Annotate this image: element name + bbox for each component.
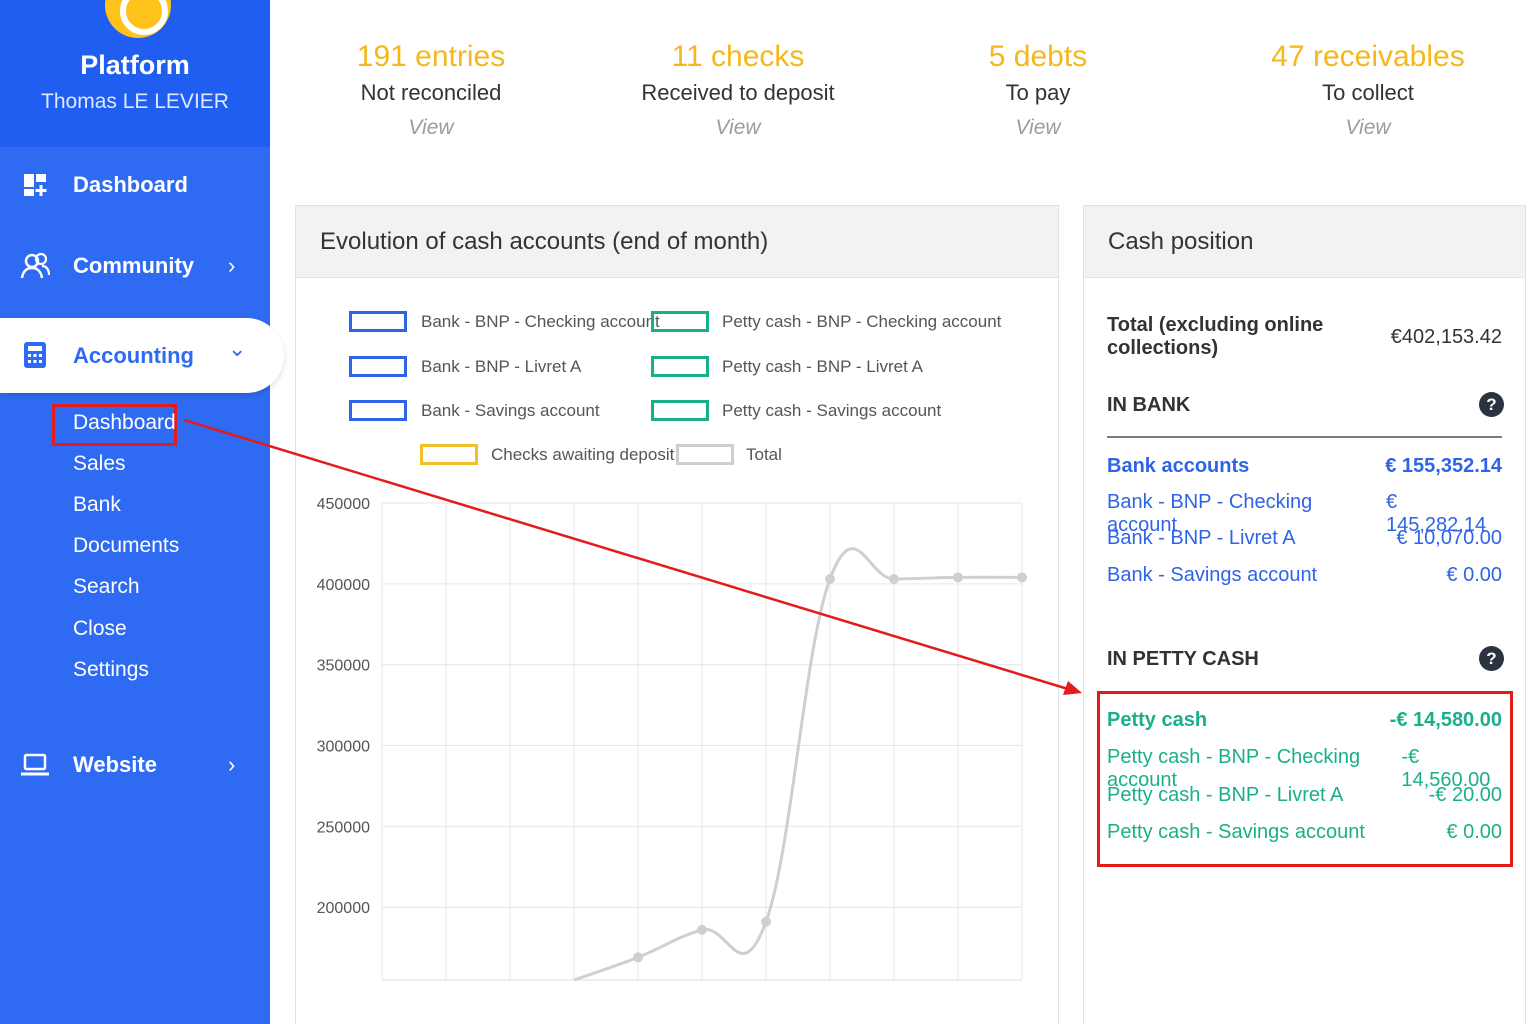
stat-value: 11 checks (671, 40, 805, 73)
evolution-title: Evolution of cash accounts (end of month… (320, 228, 769, 255)
legend-label[interactable]: Petty cash - Savings account (722, 401, 941, 421)
sub-item-settings[interactable]: Settings (73, 658, 149, 682)
legend-label[interactable]: Petty cash - BNP - Livret A (722, 357, 923, 377)
legend-label[interactable]: Petty cash - BNP - Checking account (722, 312, 1001, 332)
legend-swatch[interactable] (349, 311, 407, 332)
nav-community[interactable]: Community › (0, 236, 270, 296)
stat-label: Received to deposit (641, 80, 835, 105)
chevron-down-icon: ⌄ (228, 336, 247, 361)
calculator-icon (24, 342, 46, 368)
bank-row-value: € 155,352.14 (1385, 455, 1502, 477)
legend-label[interactable]: Bank - BNP - Checking account (421, 312, 660, 332)
petty-cash-row[interactable]: Petty cash -€ 14,580.00 (1107, 709, 1502, 732)
petty-row-label: Petty cash - Savings account (1107, 821, 1365, 843)
stat-value: 5 debts (988, 40, 1088, 73)
legend-label[interactable]: Total (746, 445, 782, 465)
dashboard-icon (24, 174, 47, 196)
petty-row-value: -€ 20.00 (1428, 784, 1502, 806)
sub-item-bank[interactable]: Bank (73, 493, 121, 517)
bank-row-label: Bank - BNP - Livret A (1107, 527, 1296, 549)
petty-row-value: -€ 14,580.00 (1389, 709, 1502, 731)
cash-position-header: Cash position (1084, 206, 1525, 278)
legend-label[interactable]: Bank - BNP - Livret A (421, 357, 581, 377)
help-icon[interactable]: ? (1479, 646, 1504, 671)
view-link[interactable]: View (588, 116, 888, 140)
nav-dashboard[interactable]: Dashboard (0, 155, 270, 215)
legend-swatch[interactable] (676, 444, 734, 465)
section-in-petty-cash: IN PETTY CASH (1107, 648, 1259, 670)
bank-row-label: Bank accounts (1107, 455, 1250, 477)
legend-swatch[interactable] (349, 400, 407, 421)
help-icon[interactable]: ? (1479, 392, 1504, 417)
stat-value: 47 receivables (1271, 40, 1465, 73)
stat-entries: 191 entries Not reconciled View (281, 40, 581, 140)
sub-item-dashboard[interactable]: Dashboard (73, 411, 176, 435)
legend-swatch[interactable] (651, 356, 709, 377)
community-icon (20, 252, 50, 279)
bank-accounts-row[interactable]: Bank accounts € 155,352.14 (1107, 455, 1502, 478)
legend-swatch[interactable] (651, 311, 709, 332)
stat-checks: 11 checks Received to deposit View (588, 40, 888, 140)
sub-item-search[interactable]: Search (73, 575, 140, 599)
section-divider (1107, 436, 1502, 438)
sub-item-sales[interactable]: Sales (73, 452, 126, 476)
legend-swatch[interactable] (651, 400, 709, 421)
sub-item-documents[interactable]: Documents (73, 534, 179, 558)
nav-accounting[interactable]: Accounting ⌄ (0, 318, 284, 393)
stat-debts: 5 debts To pay View (888, 40, 1188, 140)
view-link[interactable]: View (281, 116, 581, 140)
nav-dashboard-label: Dashboard (73, 172, 188, 197)
nav-website[interactable]: Website › (0, 735, 270, 795)
stat-receivables: 47 receivables To collect View (1218, 40, 1518, 140)
cash-position-title: Cash position (1108, 228, 1254, 255)
nav-accounting-label: Accounting (73, 342, 194, 368)
petty-row-label: Petty cash (1107, 709, 1208, 731)
cash-total-label: Total (excluding online collections) (1107, 314, 1324, 359)
bank-account-row[interactable]: Bank - BNP - Livret A € 10,070.00 (1107, 527, 1502, 550)
bank-row-label: Bank - Savings account (1107, 564, 1318, 586)
stat-value: 191 entries (356, 40, 506, 73)
brand-name: Platform (80, 50, 190, 80)
sidebar-header: Platform Thomas LE LEVIER (0, 0, 270, 147)
legend-swatch[interactable] (420, 444, 478, 465)
bank-account-row[interactable]: Bank - Savings account € 0.00 (1107, 564, 1502, 587)
chevron-right-icon: › (228, 253, 236, 278)
legend-swatch[interactable] (349, 356, 407, 377)
chevron-right-icon: › (228, 752, 236, 777)
stat-label: To collect (1322, 80, 1414, 105)
view-link[interactable]: View (888, 116, 1188, 140)
petty-cash-account-row[interactable]: Petty cash - BNP - Livret A -€ 20.00 (1107, 784, 1502, 807)
evolution-card-header: Evolution of cash accounts (end of month… (296, 206, 1058, 278)
stat-label: To pay (1005, 80, 1071, 105)
legend-label[interactable]: Bank - Savings account (421, 401, 600, 421)
petty-row-value: € 0.00 (1446, 821, 1502, 843)
section-in-bank: IN BANK (1107, 394, 1191, 416)
bank-row-value: € 10,070.00 (1396, 527, 1502, 549)
user-name: Thomas LE LEVIER (41, 90, 229, 113)
platform-logo (105, 0, 171, 38)
bank-row-value: € 0.00 (1446, 564, 1502, 586)
view-link[interactable]: View (1218, 116, 1518, 140)
laptop-icon (21, 753, 49, 776)
nav-community-label: Community (73, 253, 194, 278)
nav-website-label: Website (73, 752, 157, 777)
cash-total-value: €402,153.42 (1390, 325, 1502, 348)
stat-label: Not reconciled (360, 80, 502, 105)
sub-item-close[interactable]: Close (73, 617, 127, 641)
legend-label[interactable]: Checks awaiting deposit (491, 445, 674, 465)
cash-total-row: Total (excluding online collections) €40… (1107, 314, 1502, 360)
sidebar: Platform Thomas LE LEVIER Dashboard Comm… (0, 0, 284, 1024)
petty-row-label: Petty cash - BNP - Livret A (1107, 784, 1344, 806)
petty-cash-account-row[interactable]: Petty cash - Savings account € 0.00 (1107, 821, 1502, 844)
